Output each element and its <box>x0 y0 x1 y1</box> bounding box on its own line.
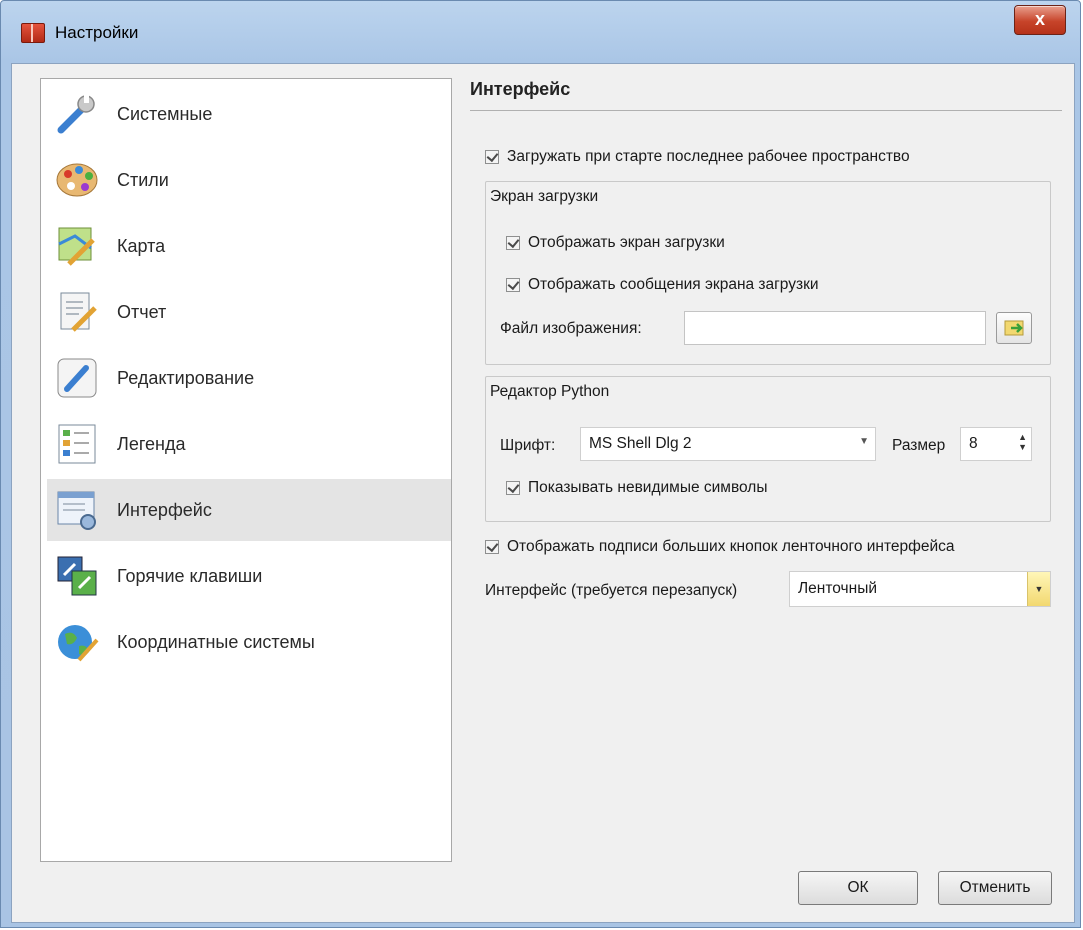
settings-sidebar: Системные Стили Карта Отчет Редактирован… <box>40 78 452 862</box>
globe-icon <box>58 625 99 662</box>
sidebar-item-hotkeys[interactable]: Горячие клавиши <box>47 545 451 607</box>
sidebar-item-coordinate-systems[interactable]: Координатные системы <box>47 611 451 673</box>
ribbon-captions-checkbox[interactable]: Отображать подписи больших кнопок ленточ… <box>485 538 955 556</box>
splash-screen-group: Экран загрузки Отображать экран загрузки… <box>485 181 1051 365</box>
size-label: Размер <box>892 437 946 454</box>
group-title: Редактор Python <box>490 383 610 400</box>
interface-mode-select[interactable]: Ленточный ▼ <box>789 571 1051 607</box>
chevron-down-icon: ▼ <box>859 436 869 447</box>
interface-icon <box>57 491 96 530</box>
sidebar-item-label: Системные <box>117 104 213 124</box>
sidebar-item-interface[interactable]: Интерфейс <box>47 479 451 541</box>
wrench-icon <box>57 94 95 134</box>
sidebar-item-label: Интерфейс <box>117 500 212 520</box>
settings-window: Настройки x Системные Стили Карта Отчет … <box>0 0 1081 928</box>
window-title: Настройки <box>55 23 139 42</box>
size-spinbox[interactable]: 8 ▲ ▼ <box>960 427 1032 461</box>
python-editor-group: Редактор Python Шрифт: MS Shell Dlg 2 ▼ … <box>485 376 1051 522</box>
show-splash-messages-checkbox[interactable]: Отображать сообщения экрана загрузки <box>506 276 819 294</box>
title-divider <box>470 110 1062 111</box>
checkbox-label: Показывать невидимые символы <box>528 479 768 496</box>
ok-button[interactable]: ОК <box>798 871 918 905</box>
chevron-down-icon[interactable]: ▼ <box>1027 572 1050 606</box>
font-label: Шрифт: <box>500 437 556 454</box>
close-button[interactable]: x <box>1014 5 1066 35</box>
sidebar-item-styles[interactable]: Стили <box>47 149 451 211</box>
dialog-body: Системные Стили Карта Отчет Редактирован… <box>11 63 1075 923</box>
checkbox-checked-icon[interactable] <box>485 540 499 554</box>
checkbox-label: Отображать экран загрузки <box>528 234 725 251</box>
sidebar-item-label: Редактирование <box>117 368 255 388</box>
size-spinbox-value: 8 <box>969 435 978 452</box>
sidebar-item-system[interactable]: Системные <box>47 83 451 145</box>
sidebar-item-label: Карта <box>117 236 166 256</box>
font-select-value: MS Shell Dlg 2 <box>589 435 692 452</box>
interface-mode-label: Интерфейс (требуется перезапуск) <box>485 582 738 599</box>
checkbox-checked-icon[interactable] <box>506 278 520 292</box>
title-bar: Настройки x <box>1 1 1080 61</box>
folder-arrow-icon <box>1004 320 1024 336</box>
checkbox-checked-icon[interactable] <box>485 150 499 164</box>
hotkeys-icon <box>57 556 97 596</box>
cancel-button[interactable]: Отменить <box>938 871 1052 905</box>
font-select[interactable]: MS Shell Dlg 2 ▼ <box>580 427 876 461</box>
show-invisible-checkbox[interactable]: Показывать невидимые символы <box>506 479 768 497</box>
app-book-icon <box>21 23 45 43</box>
legend-icon <box>58 424 96 464</box>
checkbox-checked-icon[interactable] <box>506 236 520 250</box>
browse-button[interactable] <box>996 312 1032 344</box>
checkbox-checked-icon[interactable] <box>506 481 520 495</box>
checkbox-label: Отображать сообщения экрана загрузки <box>528 276 819 293</box>
sidebar-item-label: Легенда <box>117 434 186 454</box>
sidebar-item-legend[interactable]: Легенда <box>47 413 451 475</box>
sidebar-item-label: Координатные системы <box>117 632 315 652</box>
map-icon <box>58 227 95 266</box>
sidebar-item-report[interactable]: Отчет <box>47 281 451 343</box>
sidebar-item-label: Отчет <box>117 302 167 322</box>
sidebar-item-map[interactable]: Карта <box>47 215 451 277</box>
page-title: Интерфейс <box>470 79 571 99</box>
group-title: Экран загрузки <box>490 188 599 205</box>
image-file-input[interactable] <box>684 311 986 345</box>
checkbox-label: Отображать подписи больших кнопок ленточ… <box>507 538 955 555</box>
load-last-workspace-checkbox[interactable]: Загружать при старте последнее рабочее п… <box>485 148 910 166</box>
show-splash-checkbox[interactable]: Отображать экран загрузки <box>506 234 725 252</box>
checkbox-label: Загружать при старте последнее рабочее п… <box>507 148 910 165</box>
image-file-label: Файл изображения: <box>500 320 642 337</box>
sidebar-item-editing[interactable]: Редактирование <box>47 347 451 409</box>
sidebar-item-label: Горячие клавиши <box>117 566 263 586</box>
report-icon <box>60 292 97 332</box>
interface-mode-value: Ленточный <box>798 580 877 597</box>
palette-icon <box>56 163 98 197</box>
pencil-icon <box>57 358 97 398</box>
spin-arrows-icon[interactable]: ▲ ▼ <box>1018 432 1027 452</box>
sidebar-item-label: Стили <box>117 170 169 190</box>
